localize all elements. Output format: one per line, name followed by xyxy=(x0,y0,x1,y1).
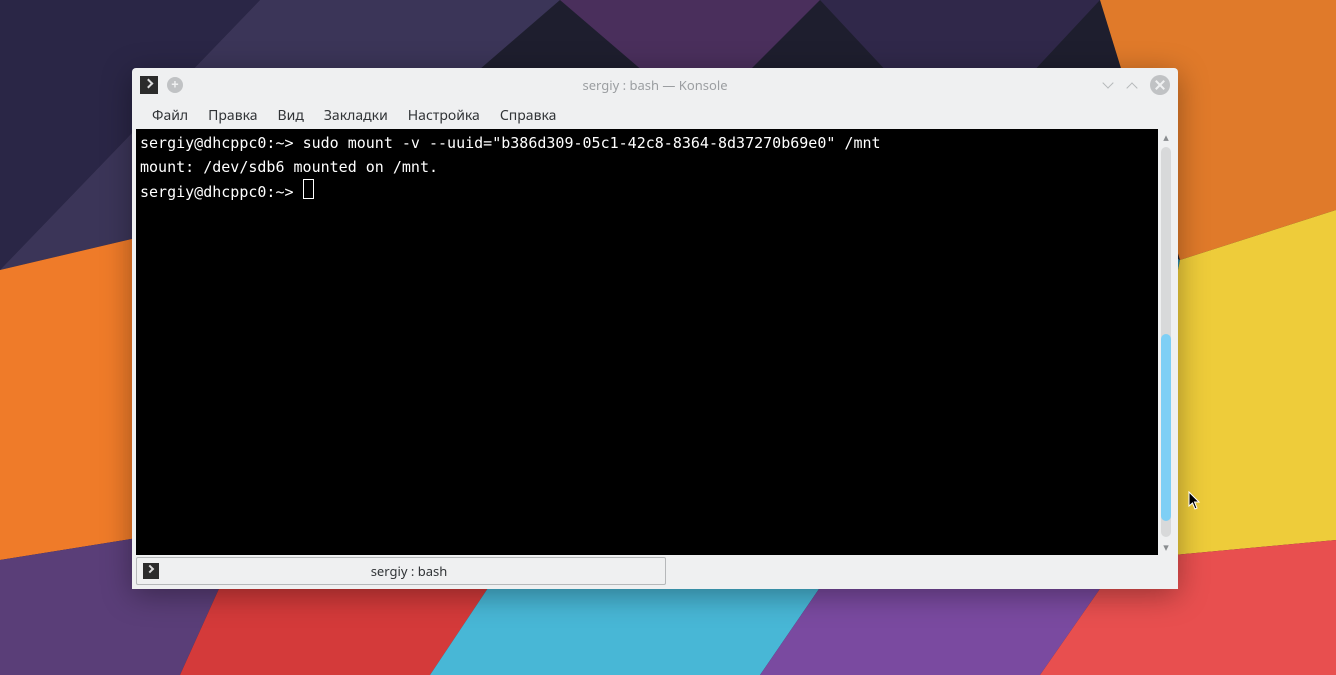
menu-view[interactable]: Вид xyxy=(268,102,314,129)
terminal[interactable]: sergiy@dhcppc0:~> sudo mount -v --uuid="… xyxy=(136,129,1158,555)
menubar: Файл Правка Вид Закладки Настройка Справ… xyxy=(132,101,1178,129)
prompt: sergiy@dhcppc0:~> xyxy=(140,134,303,152)
app-menu-icon[interactable] xyxy=(140,76,158,94)
scroll-down-arrow[interactable]: ▾ xyxy=(1158,539,1174,555)
minimize-button[interactable] xyxy=(1102,78,1116,92)
tab-icon xyxy=(143,563,159,579)
command-text: sudo mount -v --uuid="b386d309-05c1-42c8… xyxy=(303,134,881,152)
maximize-button[interactable] xyxy=(1126,78,1140,92)
terminal-area: sergiy@dhcppc0:~> sudo mount -v --uuid="… xyxy=(136,129,1174,555)
window-title: sergiy : bash — Konsole xyxy=(132,76,1178,94)
prompt: sergiy@dhcppc0:~> xyxy=(140,183,303,201)
menu-help[interactable]: Справка xyxy=(490,102,567,129)
menu-bookmarks[interactable]: Закладки xyxy=(314,102,398,129)
tabbar: sergiy : bash xyxy=(132,555,1178,589)
scrollbar[interactable]: ▴ ▾ xyxy=(1158,129,1174,555)
scroll-track[interactable] xyxy=(1161,147,1171,537)
tab-active[interactable]: sergiy : bash xyxy=(136,557,666,585)
tab-label: sergiy : bash xyxy=(159,562,659,580)
scroll-up-arrow[interactable]: ▴ xyxy=(1158,129,1174,145)
menu-settings[interactable]: Настройка xyxy=(398,102,490,129)
close-button[interactable] xyxy=(1150,75,1170,95)
konsole-window: + sergiy : bash — Konsole Файл Правка Ви… xyxy=(132,68,1178,589)
new-tab-button[interactable]: + xyxy=(166,76,184,94)
terminal-cursor xyxy=(303,179,314,199)
menu-edit[interactable]: Правка xyxy=(198,102,267,129)
scroll-thumb[interactable] xyxy=(1161,334,1171,521)
titlebar[interactable]: + sergiy : bash — Konsole xyxy=(132,68,1178,101)
menu-file[interactable]: Файл xyxy=(142,102,198,129)
output-line: mount: /dev/sdb6 mounted on /mnt. xyxy=(140,158,438,176)
